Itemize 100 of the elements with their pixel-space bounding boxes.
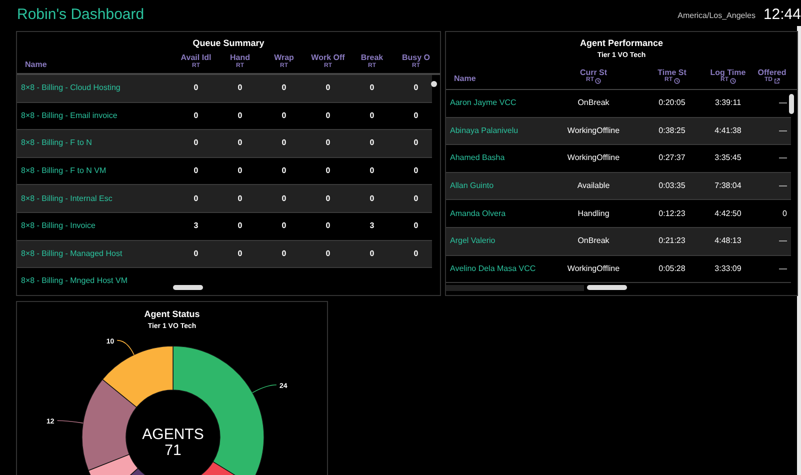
table-cell-text: 0 xyxy=(192,137,200,150)
table-cell-text: 0 xyxy=(324,82,332,94)
table-cell-text: 0:20:05 xyxy=(658,97,686,110)
table-cell-text: 0 xyxy=(412,220,420,232)
panel-title: Agent Performance xyxy=(578,37,664,50)
table-cell-text: 0 xyxy=(192,248,200,260)
column-header: Log Time xyxy=(709,68,747,77)
table-cell-text: 0 xyxy=(324,220,332,232)
agent-name: Amanda Olvera xyxy=(449,208,507,220)
table-cell-text: 0 xyxy=(412,137,420,150)
table-cell-text: 4:48:13 xyxy=(714,235,742,248)
table-cell-text: 0 xyxy=(280,82,288,94)
table-cell-text: 0 xyxy=(280,137,288,150)
table-cell-text: WorkingOffline xyxy=(566,124,621,137)
table-cell-text: — xyxy=(778,97,788,110)
table-cell-text: 0 xyxy=(192,82,200,94)
table-cell-text: 0 xyxy=(368,248,376,260)
panel-title: Queue Summary xyxy=(192,37,266,50)
table-cell-text: 3:33:09 xyxy=(714,262,742,275)
table-cell-text: 0 xyxy=(368,165,376,178)
clock-icon xyxy=(674,78,680,84)
agent-name: Ahamed Basha xyxy=(449,152,506,164)
table-cell-text: 0:21:23 xyxy=(658,235,686,248)
table-cell-text: 3 xyxy=(192,220,200,232)
table-cell-text: 0 xyxy=(192,192,200,205)
table-cell-text: 0 xyxy=(782,208,788,220)
table-cell-text: 7:38:04 xyxy=(714,180,742,192)
table-cell-text: — xyxy=(778,235,788,248)
table-cell-text: 0 xyxy=(280,192,288,205)
table-cell-text: — xyxy=(778,124,788,137)
queue-name: 8×8 - Billing - Managed Host xyxy=(20,248,124,260)
table-cell-text: 0 xyxy=(368,137,376,150)
table-cell-text: 0 xyxy=(236,82,244,94)
table-cell-text: 3 xyxy=(368,220,376,232)
agent-name: Argel Valerio xyxy=(449,235,496,248)
table-cell-text: OnBreak xyxy=(576,97,610,110)
table-cell-text: 0 xyxy=(412,82,420,94)
leader-line xyxy=(56,420,84,424)
clock-icon xyxy=(730,78,736,84)
table-cell-text: Handling xyxy=(576,208,610,220)
table-cell-text: 0 xyxy=(368,82,376,94)
table-cell-text: 0 xyxy=(236,165,244,178)
queue-name: 8×8 - Billing - Invoice xyxy=(20,220,96,232)
table-cell-text: 0 xyxy=(368,192,376,205)
agent-name: Avelino Dela Masa VCC xyxy=(449,262,537,275)
column-header: Name xyxy=(454,74,477,84)
scrollbar-thumb[interactable] xyxy=(431,81,437,87)
table-cell-text: 4:41:38 xyxy=(714,124,742,137)
table-cell-text: 0:12:23 xyxy=(658,208,686,220)
table-cell-text: 0 xyxy=(324,165,332,178)
table-cell-text: 0 xyxy=(192,165,200,178)
table-cell-text: WorkingOffline xyxy=(566,262,621,275)
table-cell-text: 0 xyxy=(280,220,288,232)
table-cell-text: 0 xyxy=(412,192,420,205)
table-cell-text: OnBreak xyxy=(576,235,610,248)
table-cell-text: 0 xyxy=(236,192,244,205)
table-cell-text: Available xyxy=(576,180,611,192)
center-value: 71 xyxy=(164,442,182,459)
table-cell-text: 0 xyxy=(324,248,332,260)
table-cell-text: WorkingOffline xyxy=(566,152,621,164)
table-cell-text: 0:38:25 xyxy=(658,124,686,137)
table-cell-text: 0 xyxy=(236,110,244,122)
table-cell-text: 0:03:35 xyxy=(658,180,686,192)
column-header: Busy O xyxy=(400,53,431,62)
table-cell-text: 0 xyxy=(412,165,420,178)
dashboard-title: Robin's Dashboard xyxy=(17,5,144,26)
column-header: Break xyxy=(360,53,384,62)
column-header: Time St xyxy=(656,68,688,77)
table-cell-text: 0 xyxy=(368,110,376,122)
scrollbar-thumb[interactable] xyxy=(789,94,794,114)
column-header: Work Off xyxy=(310,53,346,62)
queue-name: 8×8 - Billing - F to N xyxy=(20,137,93,150)
column-header: Avail Idl xyxy=(180,53,212,62)
queue-name: 8×8 - Billing - Internal Esc xyxy=(20,192,114,205)
table-cell-text: 0 xyxy=(192,110,200,122)
agent-name: Abinaya Palanivelu xyxy=(449,124,520,137)
queue-name: 8×8 - Billing - F to N VM xyxy=(20,165,108,178)
leader-line xyxy=(116,340,134,356)
table-cell-text: 0 xyxy=(236,248,244,260)
table-cell-text: 0 xyxy=(236,220,244,232)
scrollbar-thumb[interactable] xyxy=(587,285,627,290)
agent-name: Aaron Jayme VCC xyxy=(449,97,518,110)
center-label: AGENTS xyxy=(142,426,204,443)
table-cell-text: 0 xyxy=(412,110,420,122)
scrollbar-thumb[interactable] xyxy=(173,285,203,290)
table-cell-text: 0 xyxy=(280,248,288,260)
panel-title: Agent Status xyxy=(143,308,201,321)
table-cell-text: — xyxy=(778,180,788,192)
table-cell-text: 0 xyxy=(324,192,332,205)
table-cell-text: 0 xyxy=(412,248,420,260)
table-cell-text: 0:27:37 xyxy=(658,152,686,164)
table-cell-text: — xyxy=(778,262,788,275)
leader-line xyxy=(252,384,277,394)
column-header: Wrap xyxy=(273,53,295,62)
agent-name: Allan Guinto xyxy=(449,180,495,192)
column-header: Curr St xyxy=(578,68,608,77)
clock-icon xyxy=(595,78,601,84)
queue-name: 8×8 - Billing - Mnged Host VM xyxy=(20,275,128,285)
table-cell-text: 4:42:50 xyxy=(714,208,742,220)
queue-name: 8×8 - Billing - Cloud Hosting xyxy=(20,82,122,94)
